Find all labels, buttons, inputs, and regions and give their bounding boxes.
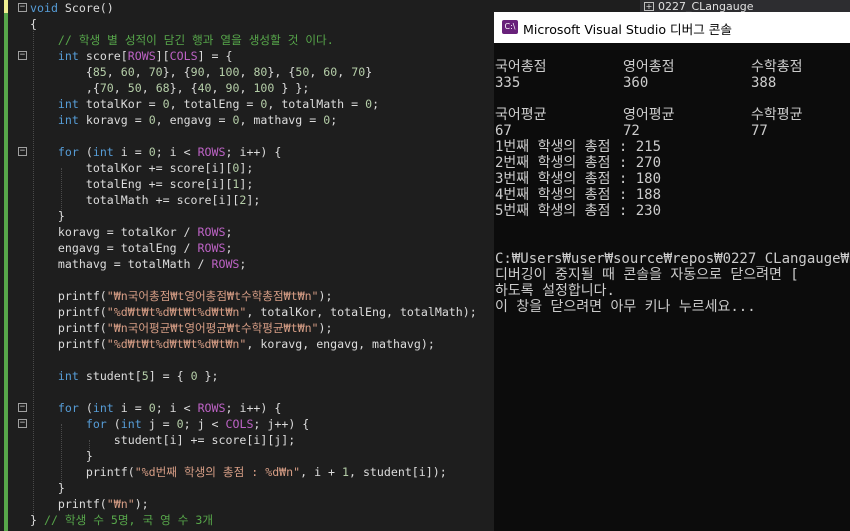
code-line[interactable]: koravg = totalKor / ROWS; — [30, 224, 233, 240]
total-kor-value: 335 — [495, 75, 521, 91]
exe-path-line: C:₩Users₩user₩source₩repos₩0227_CLangaug… — [495, 251, 850, 267]
code-line[interactable]: ,{70, 50, 68}, {40, 90, 100 } }; — [30, 80, 309, 96]
student-total-line: 2번째 학생의 총점 : 270 — [495, 155, 662, 171]
debug-console-window[interactable]: C:\ Microsoft Visual Studio 디버그 콘솔 국어총점 … — [494, 12, 850, 531]
totals-header-math: 수학총점 — [751, 59, 803, 75]
collapse-icon[interactable]: − — [18, 403, 27, 412]
code-line[interactable]: totalMath += score[i][2]; — [30, 192, 261, 208]
avg-header-eng: 영어평균 — [623, 107, 675, 123]
code-line[interactable]: printf("%d₩t₩t%d₩t₩t%d₩t₩n", koravg, eng… — [30, 336, 435, 352]
auto-close-message-cont: 하도록 설정합니다. — [495, 283, 615, 299]
totals-header-kor: 국어총점 — [495, 59, 547, 75]
code-line[interactable]: {85, 60, 70}, {90, 100, 80}, {50, 60, 70… — [30, 64, 372, 80]
code-line[interactable]: printf("₩n"); — [30, 496, 149, 512]
code-line[interactable]: { — [30, 16, 37, 32]
avg-kor-value: 67 — [495, 123, 512, 139]
code-line[interactable]: } // 학생 수 5명, 국 영 수 3개 — [30, 512, 213, 528]
code-line[interactable]: int student[5] = { 0 }; — [30, 368, 219, 384]
code-line[interactable]: int score[ROWS][COLS] = { — [30, 48, 233, 64]
code-line[interactable]: for (int i = 0; i < ROWS; i++) { — [30, 400, 281, 416]
code-line[interactable]: void Score() — [30, 0, 114, 16]
press-any-key-message: 이 창을 닫으려면 아무 키나 누르세요... — [495, 299, 756, 315]
student-total-line: 4번째 학생의 총점 : 188 — [495, 187, 662, 203]
total-math-value: 388 — [751, 75, 777, 91]
code-line[interactable]: printf("₩n국어총점₩t영어총점₩t수학총점₩t₩n"); — [30, 288, 333, 304]
student-total-line: 1번째 학생의 총점 : 215 — [495, 139, 662, 155]
collapse-icon[interactable]: − — [18, 3, 27, 12]
code-line[interactable]: student[i] += score[i][j]; — [30, 432, 296, 448]
code-line[interactable]: } — [30, 448, 93, 464]
console-titlebar[interactable]: C:\ Microsoft Visual Studio 디버그 콘솔 — [494, 12, 850, 43]
total-eng-value: 360 — [623, 75, 649, 91]
code-line[interactable]: // 학생 별 성적이 담긴 행과 열을 생성할 것 이다. — [30, 32, 334, 48]
auto-close-message: 디버깅이 중지될 때 콘솔을 자동으로 닫으려면 [ — [495, 267, 799, 283]
code-line[interactable]: } — [30, 480, 65, 496]
totals-header-eng: 영어총점 — [623, 59, 675, 75]
code-line[interactable]: printf("%d₩t₩t%d₩t₩t%d₩t₩n", totalKor, t… — [30, 304, 477, 320]
collapse-icon[interactable]: − — [18, 147, 27, 156]
unsaved-change-marker — [4, 0, 8, 13]
code-line[interactable]: totalKor += score[i][0]; — [30, 160, 254, 176]
student-total-line: 5번째 학생의 총점 : 230 — [495, 203, 662, 219]
code-line[interactable]: int koravg = 0, engavg = 0, mathavg = 0; — [30, 112, 337, 128]
avg-header-math: 수학평균 — [751, 107, 803, 123]
collapse-icon[interactable]: − — [18, 51, 27, 60]
collapse-icon[interactable]: − — [18, 419, 27, 428]
code-line[interactable]: printf("%d번째 학생의 총점 : %d₩n", i + 1, stud… — [30, 464, 447, 480]
avg-eng-value: 72 — [623, 123, 640, 139]
code-line[interactable]: int totalKor = 0, totalEng = 0, totalMat… — [30, 96, 379, 112]
cpp-project-icon: + — [644, 2, 654, 11]
avg-header-kor: 국어평균 — [495, 107, 547, 123]
code-line[interactable]: for (int j = 0; j < COLS; j++) { — [30, 416, 309, 432]
avg-math-value: 77 — [751, 123, 768, 139]
code-line[interactable]: } — [30, 208, 65, 224]
visual-studio-icon: C:\ — [502, 20, 518, 34]
code-line[interactable]: printf("₩n국어평균₩t영어평균₩t수학평균₩t₩n"); — [30, 320, 333, 336]
code-line[interactable]: mathavg = totalMath / ROWS; — [30, 256, 246, 272]
student-total-line: 3번째 학생의 총점 : 180 — [495, 171, 662, 187]
code-line[interactable]: totalEng += score[i][1]; — [30, 176, 254, 192]
change-tracking-bar — [4, 0, 8, 531]
console-title: Microsoft Visual Studio 디버그 콘솔 — [523, 22, 732, 37]
code-line[interactable]: for (int i = 0; i < ROWS; i++) { — [30, 144, 281, 160]
code-line[interactable]: engavg = totalEng / ROWS; — [30, 240, 233, 256]
code-editor[interactable]: − − − − − void Score(){ // 학생 별 성적이 담긴 행… — [0, 0, 500, 531]
